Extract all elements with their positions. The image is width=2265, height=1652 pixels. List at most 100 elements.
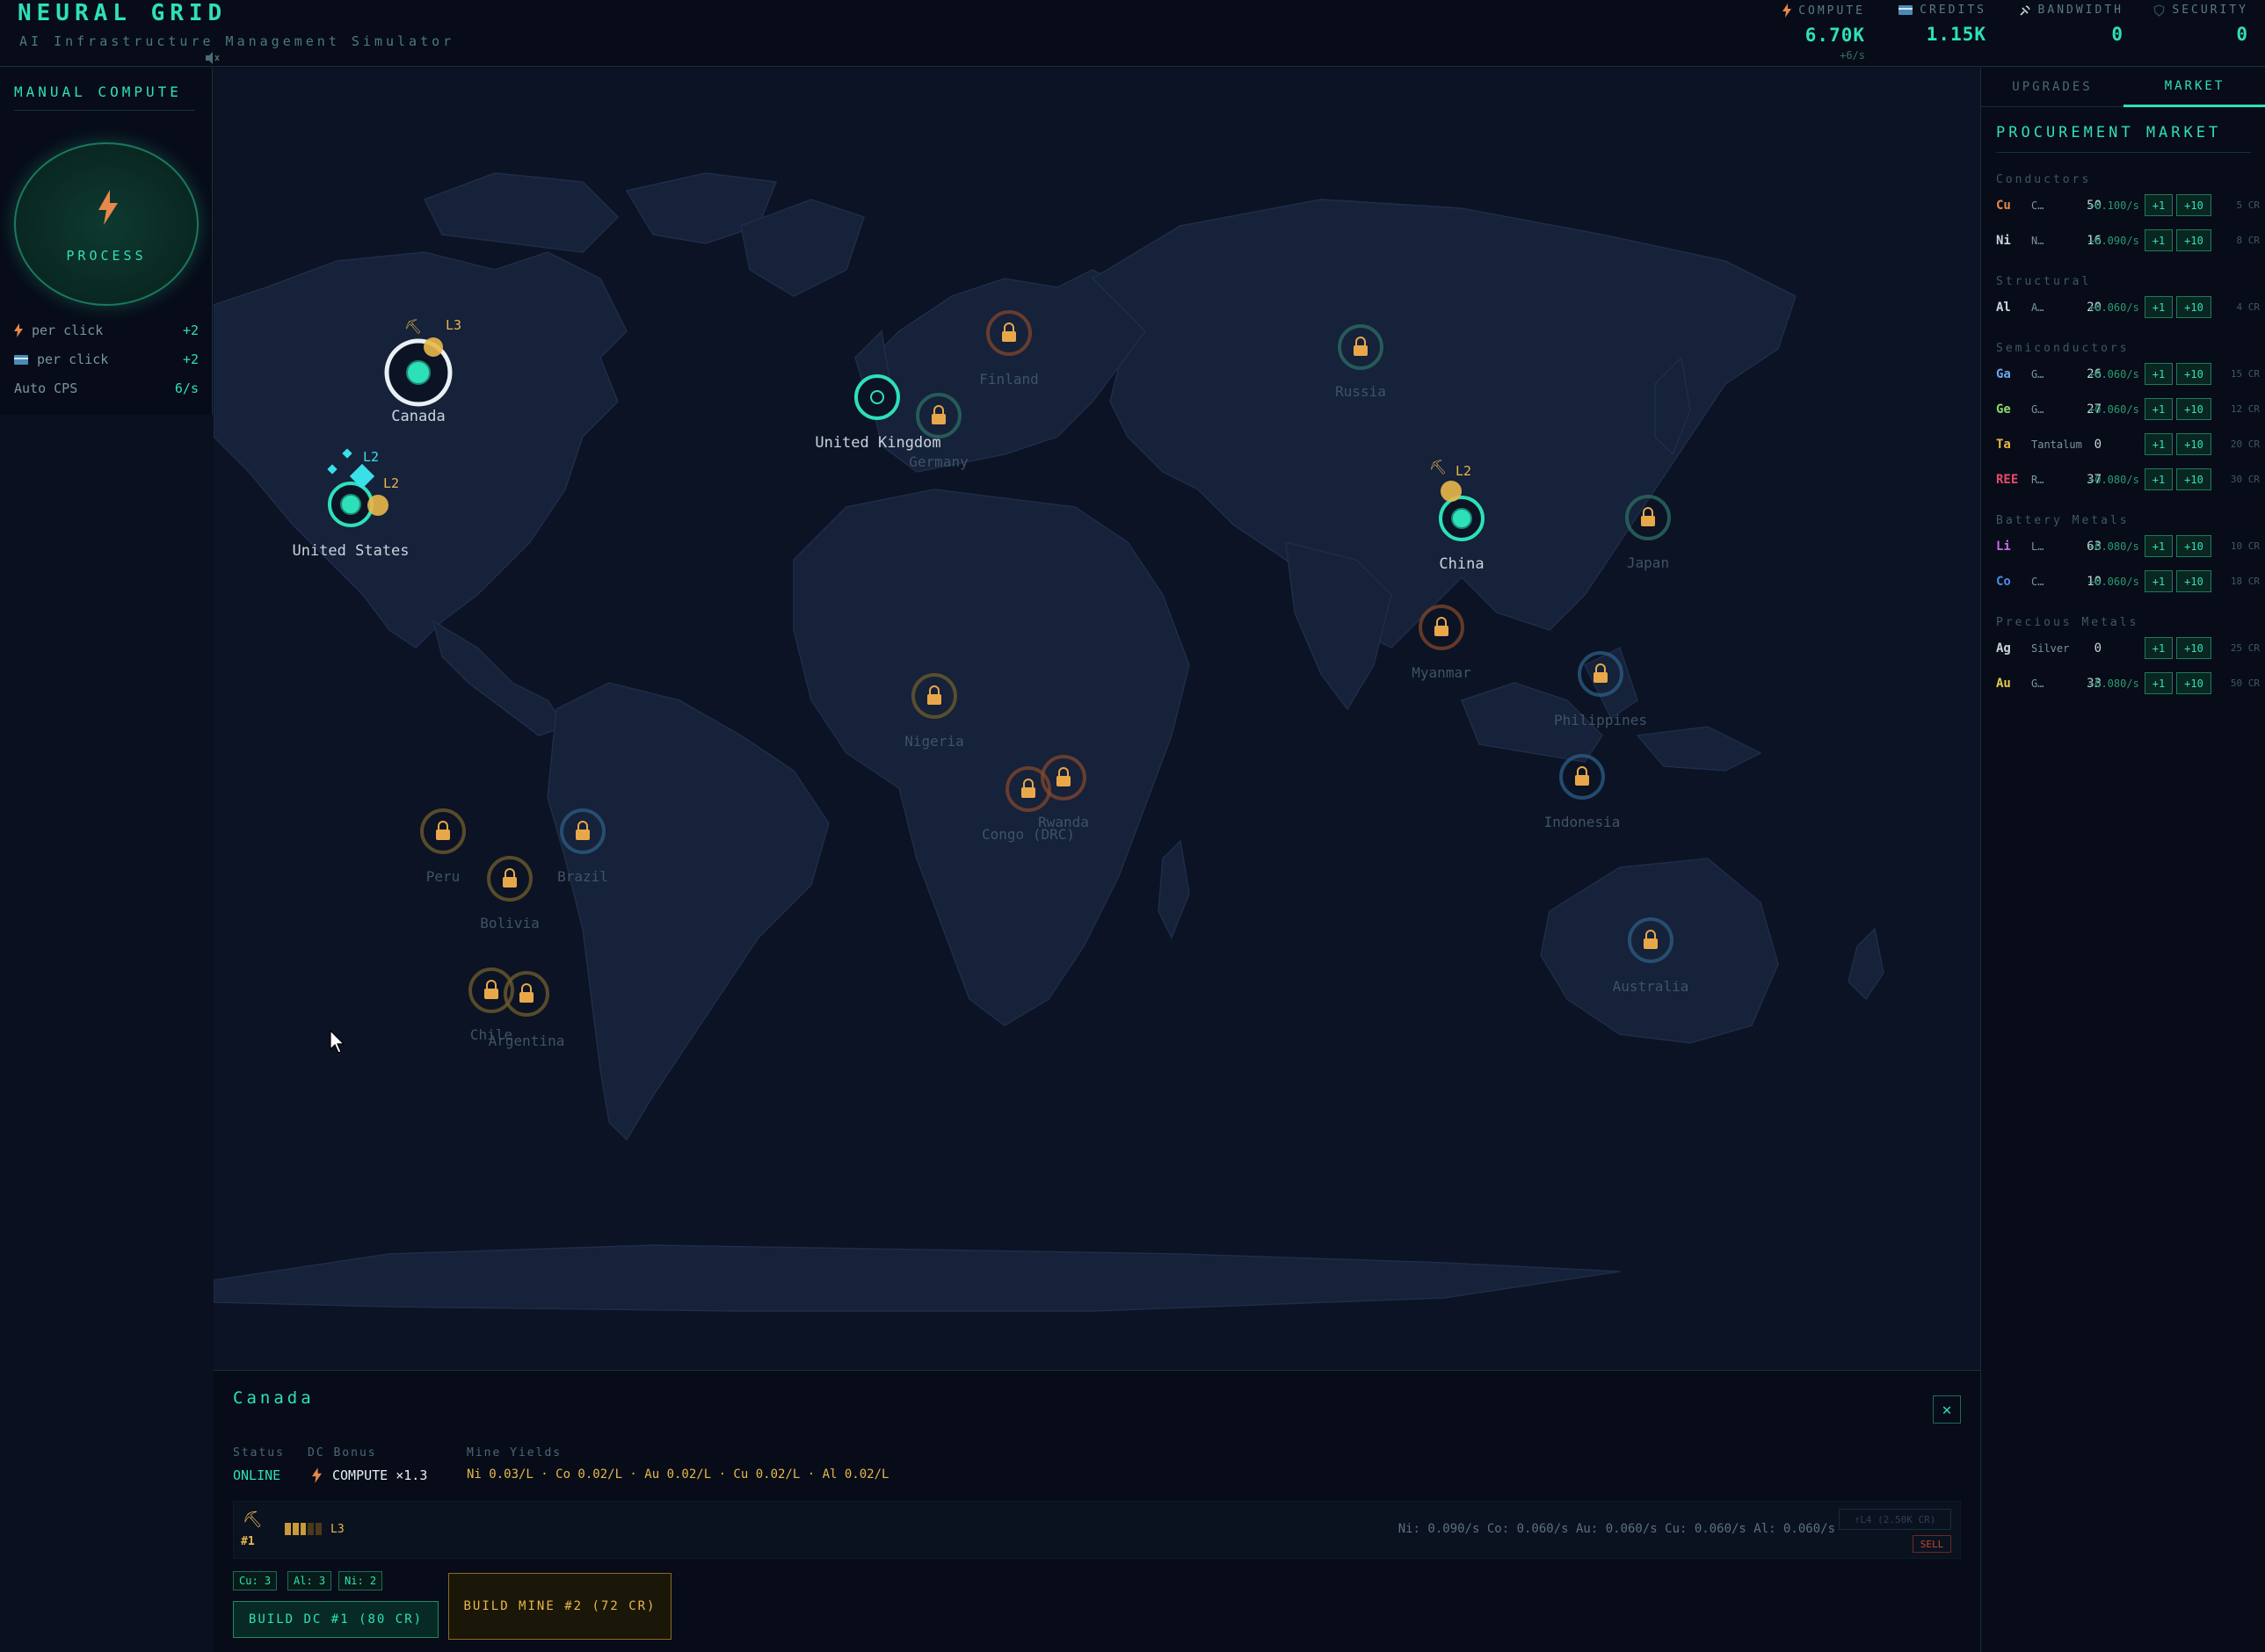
- buy-10-button[interactable]: +10: [2176, 637, 2211, 659]
- buy-10-button[interactable]: +10: [2176, 398, 2211, 420]
- buy-1-button[interactable]: +1: [2145, 570, 2173, 592]
- resource-symbol: Ni: [1996, 234, 2011, 248]
- build-mine-button[interactable]: BUILD MINE #2 (72 CR): [448, 1573, 672, 1640]
- process-label: PROCESS: [66, 248, 147, 264]
- auto-cps-label: Auto CPS: [14, 380, 78, 396]
- resource-price: 10 CR: [2230, 540, 2260, 552]
- mouse-cursor-icon: [330, 1030, 345, 1054]
- resource-rate: +0.060/s: [2088, 301, 2139, 314]
- buy-10-button[interactable]: +10: [2176, 363, 2211, 385]
- market-row: Ta Tantalum 0 +1 +10 20 CR: [1996, 433, 2260, 456]
- buy-10-button[interactable]: +10: [2176, 468, 2211, 490]
- region-bolivia[interactable]: Bolivia: [480, 856, 540, 931]
- market-row: Li L… 63 +0.080/s +1 +10 10 CR: [1996, 535, 2260, 558]
- stat-compute: COMPUTE 6.70K +6/s: [1767, 4, 1865, 62]
- resource-name: G…: [2031, 403, 2044, 416]
- region-label: Argentina: [489, 1032, 565, 1049]
- lock-icon: [927, 694, 941, 705]
- mine-level-segment: [316, 1523, 322, 1535]
- buy-1-button[interactable]: +1: [2145, 398, 2173, 420]
- world-map[interactable]: Finland Germany Russia Japan Myanmar Phi…: [214, 68, 1980, 1370]
- lock-icon: [1593, 672, 1608, 683]
- region-label: Canada: [391, 408, 445, 425]
- market-row: Ni N… 16 +0.090/s +1 +10 8 CR: [1996, 229, 2260, 252]
- app-subtitle: AI Infrastructure Management Simulator: [19, 33, 455, 49]
- buy-1-button[interactable]: +1: [2145, 433, 2173, 455]
- resource-symbol: Al: [1996, 301, 2011, 315]
- lightning-icon: [98, 190, 118, 225]
- resource-rate: +0.060/s: [2088, 576, 2139, 588]
- region-label: United Kingdom: [815, 434, 940, 452]
- world-map-svg: Finland Germany Russia Japan Myanmar Phi…: [214, 172, 1884, 1312]
- region-label: Myanmar: [1412, 664, 1471, 681]
- stat-bandwidth-value: 0: [2111, 24, 2123, 45]
- resource-price: 25 CR: [2230, 642, 2260, 654]
- mine-level-label: L2: [383, 475, 399, 491]
- region-label: Nigeria: [904, 733, 963, 750]
- tab-market[interactable]: MARKET: [2123, 68, 2265, 107]
- region-label: Rwanda: [1038, 814, 1089, 830]
- build-datacenter-button[interactable]: BUILD DC #1 (80 CR): [233, 1601, 439, 1638]
- auto-cps-value: 6/s: [174, 380, 199, 396]
- market-row: Co C… 10 +0.060/s +1 +10 18 CR: [1996, 570, 2260, 593]
- dc-bonus-value: COMPUTE ×1.3: [332, 1467, 428, 1483]
- buy-1-button[interactable]: +1: [2145, 229, 2173, 251]
- resource-rate: +0.080/s: [2088, 677, 2139, 690]
- resource-name: Silver: [2031, 642, 2070, 655]
- lock-icon: [436, 830, 450, 840]
- region-detail-panel: Canada ✕ Status DC Bonus Mine Yields ONL…: [214, 1370, 1980, 1652]
- buy-10-button[interactable]: +10: [2176, 535, 2211, 557]
- market-category: Battery Metals: [1996, 514, 2130, 527]
- buy-10-button[interactable]: +10: [2176, 672, 2211, 694]
- resource-rate: +0.060/s: [2088, 403, 2139, 416]
- lock-icon: [576, 830, 590, 840]
- buy-10-button[interactable]: +10: [2176, 296, 2211, 318]
- buy-10-button[interactable]: +10: [2176, 194, 2211, 216]
- stat-security: SECURITY 0: [2145, 4, 2248, 45]
- resource-symbol: Cu: [1996, 199, 2011, 213]
- buy-1-button[interactable]: +1: [2145, 468, 2173, 490]
- region-indonesia[interactable]: Indonesia: [1544, 754, 1621, 830]
- tab-upgrades[interactable]: UPGRADES: [1981, 68, 2123, 107]
- mine-level-segment: [292, 1523, 299, 1535]
- lightning-icon: [312, 1467, 322, 1483]
- region-label: Finland: [979, 371, 1038, 388]
- lock-icon: [932, 414, 946, 424]
- mine-sell-button[interactable]: SELL: [1913, 1535, 1951, 1553]
- resource-chip: Ni: 2: [338, 1571, 383, 1590]
- mine-upgrade-button[interactable]: ↑L4 (2.50K CR): [1839, 1509, 1951, 1530]
- stat-compute-value: 6.70K: [1804, 25, 1865, 46]
- mine-level-label: L3: [446, 317, 461, 333]
- buy-1-button[interactable]: +1: [2145, 535, 2173, 557]
- buy-1-button[interactable]: +1: [2145, 194, 2173, 216]
- per-click-label: per click: [37, 351, 109, 367]
- resource-symbol: Ga: [1996, 367, 2011, 381]
- stat-credits-value: 1.15K: [1926, 24, 1986, 45]
- region-label: Bolivia: [480, 915, 539, 931]
- resource-price: 5 CR: [2236, 199, 2261, 211]
- buy-1-button[interactable]: +1: [2145, 672, 2173, 694]
- mine-level: L3: [330, 1523, 345, 1536]
- buy-10-button[interactable]: +10: [2176, 229, 2211, 251]
- resource-name: G…: [2031, 677, 2044, 690]
- stat-security-label: SECURITY: [2172, 4, 2248, 17]
- stat-bandwidth-label: BANDWIDTH: [2037, 4, 2123, 17]
- buy-1-button[interactable]: +1: [2145, 637, 2173, 659]
- region-peru[interactable]: Peru: [420, 808, 466, 885]
- region-label: Indonesia: [1544, 814, 1621, 830]
- buy-10-button[interactable]: +10: [2176, 570, 2211, 592]
- process-button[interactable]: PROCESS: [14, 142, 199, 306]
- lock-icon: [1644, 938, 1658, 949]
- buy-1-button[interactable]: +1: [2145, 296, 2173, 318]
- buy-10-button[interactable]: +10: [2176, 433, 2211, 455]
- resource-price: 15 CR: [2230, 368, 2260, 380]
- region-label: China: [1439, 555, 1484, 573]
- stat-credits: CREDITS 1.15K: [1890, 4, 1986, 45]
- stat-bandwidth: BANDWIDTH 0: [2013, 4, 2123, 45]
- buy-1-button[interactable]: +1: [2145, 363, 2173, 385]
- speaker-icon[interactable]: [204, 51, 220, 65]
- resource-price: 12 CR: [2230, 403, 2260, 415]
- close-button[interactable]: ✕: [1933, 1395, 1961, 1424]
- mine-level-segment: [285, 1523, 291, 1535]
- divider: [14, 110, 195, 111]
